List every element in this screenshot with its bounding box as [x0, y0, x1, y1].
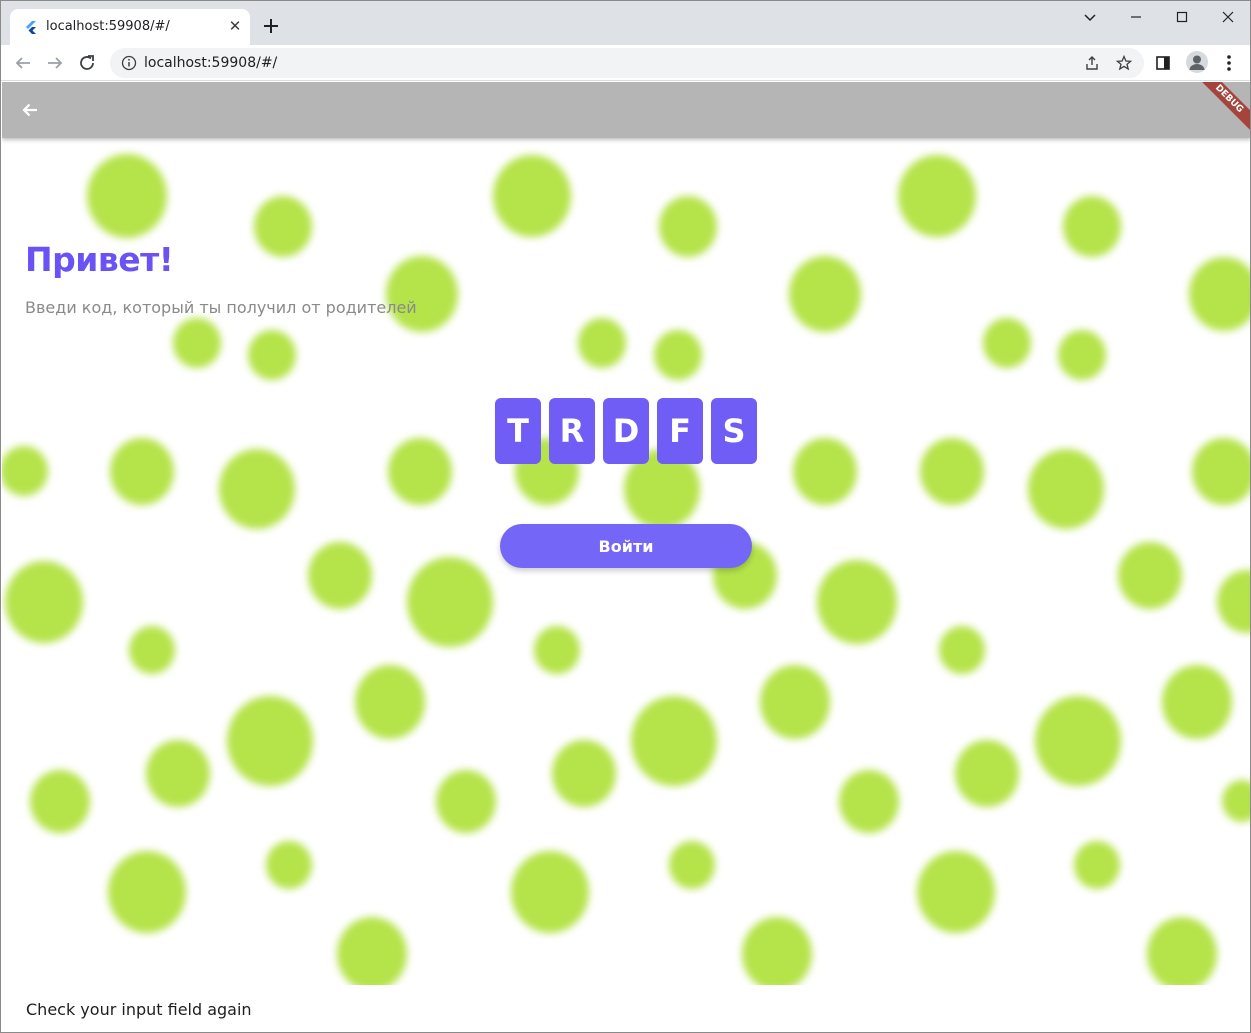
background-dot	[87, 154, 167, 238]
kebab-menu-icon[interactable]	[1217, 51, 1241, 75]
background-dot	[1118, 542, 1182, 610]
background-dot	[173, 318, 221, 369]
background-dot	[1074, 841, 1120, 890]
background-dot	[578, 318, 626, 369]
page-subtitle: Введи код, который ты получил от родител…	[25, 298, 417, 317]
background-dot	[817, 560, 897, 644]
code-input-row: T R D F S	[495, 398, 757, 464]
background-dot	[983, 318, 1031, 369]
background-dot	[939, 626, 985, 675]
info-icon[interactable]	[121, 55, 137, 71]
background-dot	[146, 740, 210, 808]
background-dot	[511, 851, 589, 933]
browser-tab[interactable]: localhost:59908/#/ ✕	[10, 9, 250, 45]
background-dot	[108, 851, 186, 933]
background-dot	[1189, 257, 1250, 331]
back-button[interactable]	[16, 96, 44, 124]
snackbar-message: Check your input field again	[26, 1000, 252, 1019]
background-dot	[129, 626, 175, 675]
address-bar[interactable]: localhost:59908/#/	[110, 48, 1144, 78]
background-dot	[898, 155, 976, 237]
background-dot	[669, 841, 715, 890]
close-window-icon[interactable]	[1205, 5, 1250, 29]
tab-title: localhost:59908/#/	[46, 19, 170, 34]
background-dot	[793, 438, 857, 506]
background-dot	[1147, 917, 1217, 985]
background-dot	[955, 740, 1019, 808]
background-dot	[1222, 780, 1250, 822]
browser-toolbar: localhost:59908/#/	[1, 45, 1250, 81]
code-cell[interactable]: T	[495, 398, 541, 464]
app-bar: DEBUG	[2, 82, 1250, 140]
star-icon[interactable]	[1115, 54, 1133, 72]
url-text[interactable]: localhost:59908/#/	[144, 55, 277, 71]
background-dot	[659, 196, 717, 257]
profile-icon[interactable]	[1186, 51, 1208, 73]
background-dot	[552, 740, 616, 808]
maximize-icon[interactable]	[1159, 5, 1205, 29]
page-title: Привет!	[25, 240, 174, 279]
background-dot	[5, 561, 83, 643]
background-dot	[254, 196, 312, 257]
background-dot	[631, 696, 717, 787]
reload-icon[interactable]	[75, 51, 99, 75]
plus-icon[interactable]	[259, 14, 283, 38]
background-dot	[227, 696, 313, 787]
snackbar: Check your input field again	[2, 985, 1250, 1032]
tab-strip: localhost:59908/#/ ✕	[1, 1, 1250, 45]
background-dot	[917, 851, 995, 933]
debug-banner: DEBUG	[1188, 82, 1250, 140]
background-dot	[248, 330, 296, 381]
browser-window: localhost:59908/#/ ✕ localhost:59908/#/ …	[0, 0, 1251, 1033]
background-dot	[386, 256, 458, 332]
background-dot	[493, 155, 571, 237]
background-dot	[1063, 196, 1121, 257]
background-dot	[1028, 449, 1104, 529]
minimize-icon[interactable]	[1113, 5, 1159, 29]
share-icon[interactable]	[1083, 54, 1101, 72]
code-cell[interactable]: F	[657, 398, 703, 464]
close-icon[interactable]: ✕	[226, 18, 244, 36]
code-cell[interactable]: D	[603, 398, 649, 464]
page-viewport: DEBUG Привет! Введи код, который ты полу…	[2, 82, 1250, 1032]
background-dot	[308, 542, 372, 610]
background-dot	[1192, 438, 1250, 506]
background-dot	[839, 770, 899, 833]
background-dot	[1058, 330, 1106, 381]
flutter-favicon-icon	[26, 21, 36, 34]
background-dot	[1035, 696, 1121, 787]
background-dot	[388, 438, 452, 506]
background-dot	[337, 917, 407, 985]
background-dot	[30, 770, 90, 833]
background-dot	[920, 438, 984, 506]
background-dot	[110, 438, 174, 506]
background-dot	[219, 449, 295, 529]
background-dot	[654, 330, 702, 381]
code-cell[interactable]: S	[711, 398, 757, 464]
login-button[interactable]: Войти	[500, 524, 752, 568]
background-dot	[407, 557, 493, 648]
background-dot	[266, 841, 312, 890]
side-panel-icon[interactable]	[1151, 51, 1175, 75]
chevron-down-icon[interactable]	[1067, 5, 1113, 29]
background-dot	[436, 770, 496, 833]
background-dot	[1162, 665, 1232, 739]
back-arrow-icon	[22, 103, 37, 117]
background-dot	[742, 917, 812, 985]
background-dot	[2, 446, 48, 497]
background-dot	[355, 665, 425, 739]
background-dot	[760, 665, 830, 739]
background-dot	[1217, 570, 1250, 633]
background-dot	[789, 256, 861, 332]
background-dot	[534, 626, 580, 675]
forward-arrow-icon[interactable]	[43, 51, 67, 75]
code-cell[interactable]: R	[549, 398, 595, 464]
back-arrow-icon[interactable]	[11, 51, 35, 75]
